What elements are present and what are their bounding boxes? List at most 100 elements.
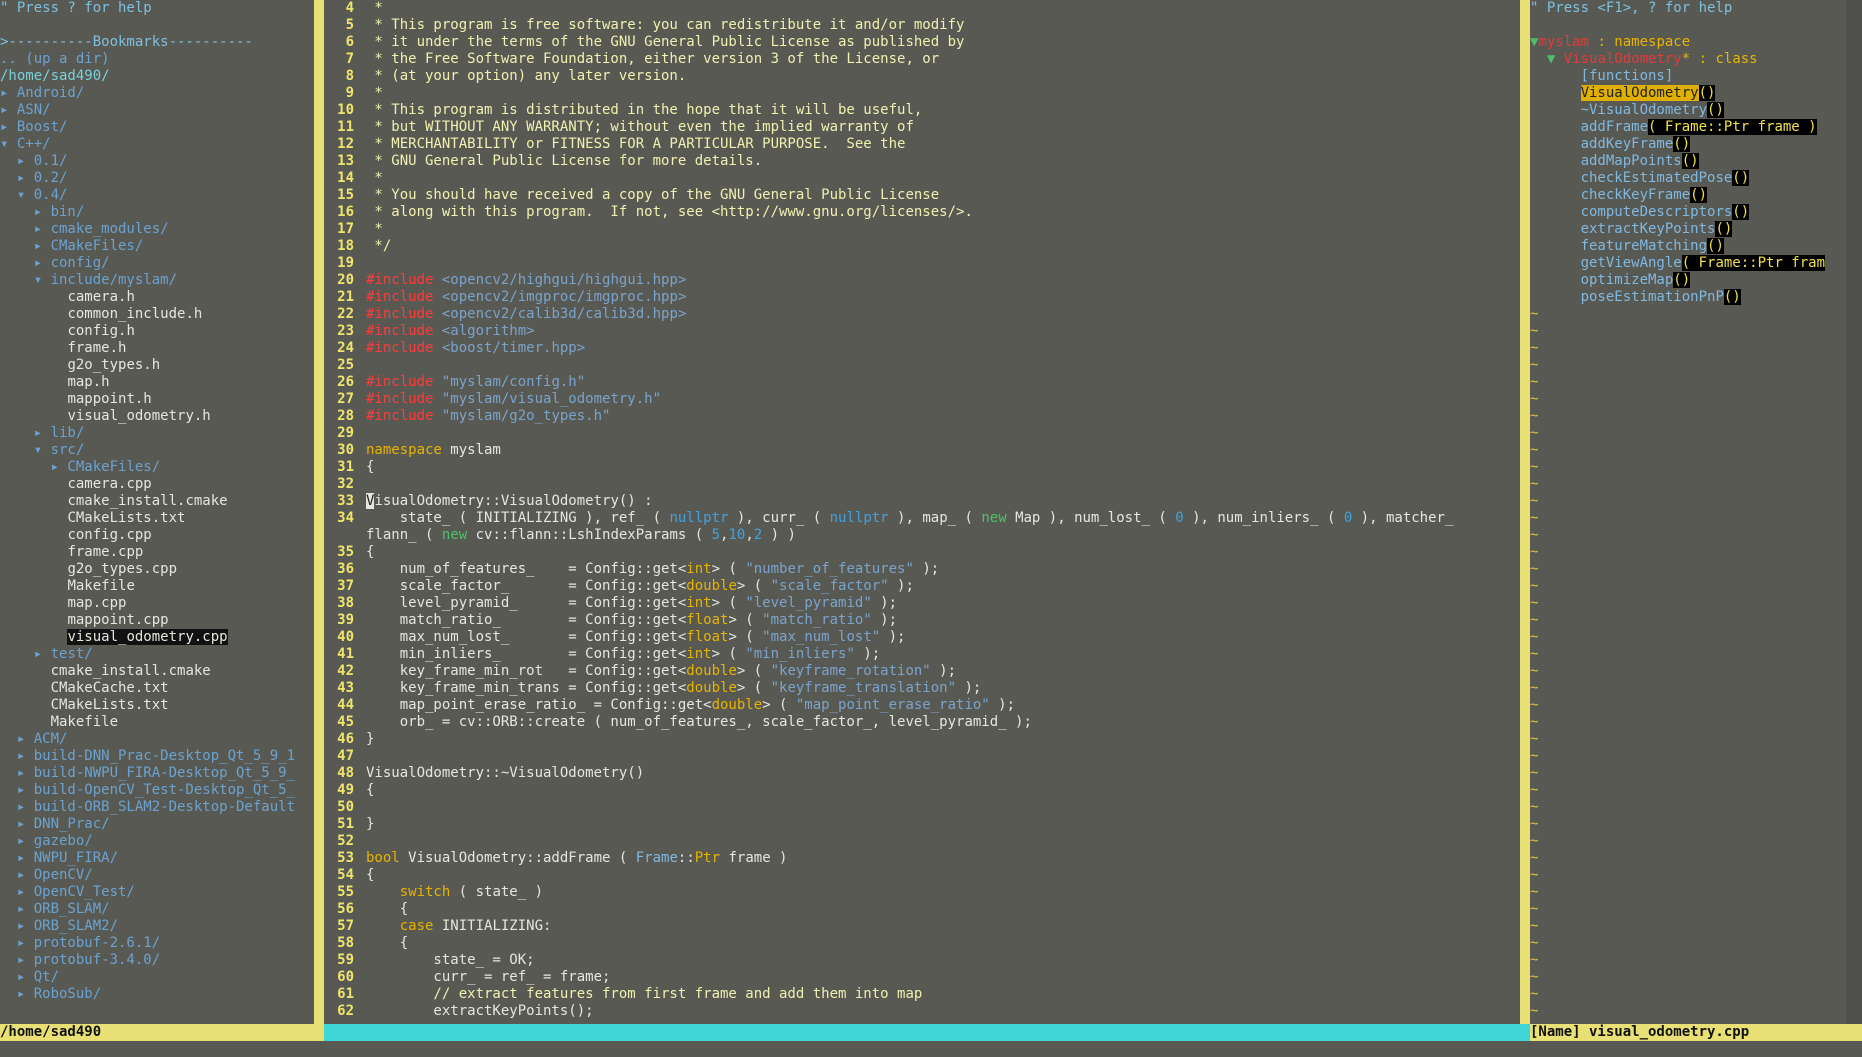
code-line[interactable]: 23 #include <algorithm> [324, 323, 1520, 340]
tag-function[interactable]: poseEstimationPnP() [1530, 289, 1846, 306]
tag-function[interactable]: ~VisualOdometry() [1530, 102, 1846, 119]
tree-file[interactable]: g2o_types.cpp [0, 561, 314, 578]
code-line[interactable]: 62 extractKeyPoints(); [324, 1003, 1520, 1020]
tree-dir[interactable]: ▸ gazebo/ [0, 833, 314, 850]
code-line[interactable]: 56 { [324, 901, 1520, 918]
code-line[interactable]: 11 * but WITHOUT ANY WARRANTY; without e… [324, 119, 1520, 136]
code-line[interactable]: 46} [324, 731, 1520, 748]
tree-dir[interactable]: ▸ RoboSub/ [0, 986, 314, 1003]
tree-dir[interactable]: ▸ CMakeFiles/ [0, 238, 314, 255]
tag-class[interactable]: ▼ VisualOdometry* : class [1530, 51, 1846, 68]
tree-dir[interactable]: ▾ 0.4/ [0, 187, 314, 204]
code-line[interactable]: 5 * This program is free software: you c… [324, 17, 1520, 34]
code-line[interactable]: 50 [324, 799, 1520, 816]
tree-dir[interactable]: ▸ ORB_SLAM2/ [0, 918, 314, 935]
code-line[interactable]: 39 match_ratio_ = Config::get<float> ( "… [324, 612, 1520, 629]
tree-file[interactable]: camera.cpp [0, 476, 314, 493]
tree-file[interactable]: cmake_install.cmake [0, 493, 314, 510]
tree-dir[interactable]: ▸ bin/ [0, 204, 314, 221]
code-line[interactable]: 41 min_inliers_ = Config::get<int> ( "mi… [324, 646, 1520, 663]
code-line[interactable]: 37 scale_factor_ = Config::get<double> (… [324, 578, 1520, 595]
tree-dir[interactable]: ▸ build-DNN_Prac-Desktop_Qt_5_9_1 [0, 748, 314, 765]
tree-file[interactable]: Makefile [0, 714, 314, 731]
code-line[interactable]: 25 [324, 357, 1520, 374]
up-dir[interactable]: .. (up a dir) [0, 51, 314, 68]
code-line[interactable]: 61 // extract features from first frame … [324, 986, 1520, 1003]
code-line[interactable]: 60 curr_ = ref_ = frame; [324, 969, 1520, 986]
tag-function[interactable]: addMapPoints() [1530, 153, 1846, 170]
tree-dir[interactable]: ▸ protobuf-2.6.1/ [0, 935, 314, 952]
code-line[interactable]: 57 case INITIALIZING: [324, 918, 1520, 935]
code-line[interactable]: 53 bool VisualOdometry::addFrame ( Frame:… [324, 850, 1520, 867]
tag-function[interactable]: checkKeyFrame() [1530, 187, 1846, 204]
code-line[interactable]: 14 * [324, 170, 1520, 187]
tree-dir[interactable]: ▾ include/myslam/ [0, 272, 314, 289]
tree-root-path[interactable]: /home/sad490/ [0, 68, 314, 85]
tree-dir[interactable]: ▸ NWPU_FIRA/ [0, 850, 314, 867]
tag-function[interactable]: addFrame( Frame::Ptr frame ) [1530, 119, 1846, 136]
code-line[interactable]: 22 #include <opencv2/calib3d/calib3d.hpp> [324, 306, 1520, 323]
tree-file[interactable]: config.h [0, 323, 314, 340]
tree-file[interactable]: map.h [0, 374, 314, 391]
code-line[interactable]: 20 #include <opencv2/highgui/highgui.hpp> [324, 272, 1520, 289]
code-line[interactable]: 55 switch ( state_ ) [324, 884, 1520, 901]
tree-file[interactable]: CMakeLists.txt [0, 510, 314, 527]
tree-dir[interactable]: ▸ test/ [0, 646, 314, 663]
code-line[interactable]: 40 max_num_lost_ = Config::get<float> ( … [324, 629, 1520, 646]
tag-function[interactable]: getViewAngle( Frame::Ptr fram [1530, 255, 1846, 272]
tree-file[interactable]: visual_odometry.cpp [0, 629, 314, 646]
tree-file[interactable]: frame.h [0, 340, 314, 357]
tree-dir[interactable]: ▸ ORB_SLAM/ [0, 901, 314, 918]
tag-function[interactable]: checkEstimatedPose() [1530, 170, 1846, 187]
code-line[interactable]: 8 * (at your option) any later version. [324, 68, 1520, 85]
tree-file[interactable]: Makefile [0, 578, 314, 595]
tree-file[interactable]: cmake_install.cmake [0, 663, 314, 680]
code-line[interactable]: 48 VisualOdometry::~VisualOdometry() [324, 765, 1520, 782]
tree-dir[interactable]: ▸ 0.2/ [0, 170, 314, 187]
code-line[interactable]: 7 * the Free Software Foundation, either… [324, 51, 1520, 68]
code-line[interactable]: 31{ [324, 459, 1520, 476]
tree-dir[interactable]: ▸ build-NWPU_FIRA-Desktop_Qt_5_9_ [0, 765, 314, 782]
code-line[interactable]: 28 #include "myslam/g2o_types.h" [324, 408, 1520, 425]
code-line[interactable]: 9 * [324, 85, 1520, 102]
code-line[interactable]: 29 [324, 425, 1520, 442]
code-line[interactable]: 38 level_pyramid_ = Config::get<int> ( "… [324, 595, 1520, 612]
code-line[interactable]: 52 [324, 833, 1520, 850]
tree-file[interactable]: config.cpp [0, 527, 314, 544]
editor-pane[interactable]: 4 * 5 * This program is free software: yo… [324, 0, 1520, 1024]
code-line[interactable]: 13 * GNU General Public License for more… [324, 153, 1520, 170]
tag-function[interactable]: optimizeMap() [1530, 272, 1846, 289]
split-separator-left[interactable] [314, 0, 324, 1024]
tree-dir[interactable]: ▸ OpenCV_Test/ [0, 884, 314, 901]
code-line[interactable]: 42 key_frame_min_rot = Config::get<doubl… [324, 663, 1520, 680]
tree-dir[interactable]: ▸ ASN/ [0, 102, 314, 119]
code-line[interactable]: 34 state_ ( INITIALIZING ), ref_ ( nullp… [324, 510, 1520, 527]
tag-namespace[interactable]: ▼myslam : namespace [1530, 34, 1846, 51]
tree-dir[interactable]: ▸ DNN_Prac/ [0, 816, 314, 833]
split-separator-right[interactable] [1520, 0, 1530, 1024]
code-line[interactable]: 18 */ [324, 238, 1520, 255]
tree-dir[interactable]: ▸ Boost/ [0, 119, 314, 136]
code-line[interactable]: 16 * along with this program. If not, se… [324, 204, 1520, 221]
code-line[interactable]: 51} [324, 816, 1520, 833]
code-line[interactable]: flann_ ( new cv::flann::LshIndexParams (… [324, 527, 1520, 544]
tree-file[interactable]: g2o_types.h [0, 357, 314, 374]
code-line[interactable]: 43 key_frame_min_trans = Config::get<dou… [324, 680, 1520, 697]
code-line[interactable]: 27 #include "myslam/visual_odometry.h" [324, 391, 1520, 408]
tree-file[interactable]: frame.cpp [0, 544, 314, 561]
tree-dir[interactable]: ▸ OpenCV/ [0, 867, 314, 884]
tree-file[interactable]: common_include.h [0, 306, 314, 323]
tag-function[interactable]: featureMatching() [1530, 238, 1846, 255]
tree-file[interactable]: map.cpp [0, 595, 314, 612]
tree-dir[interactable]: ▸ build-OpenCV_Test-Desktop_Qt_5_ [0, 782, 314, 799]
tree-dir[interactable]: ▸ cmake_modules/ [0, 221, 314, 238]
tree-dir[interactable]: ▸ ACM/ [0, 731, 314, 748]
code-line[interactable]: 15 * You should have received a copy of … [324, 187, 1520, 204]
code-line[interactable]: 59 state_ = OK; [324, 952, 1520, 969]
code-line[interactable]: 17 * [324, 221, 1520, 238]
code-line[interactable]: 33 VisualOdometry::VisualOdometry() : [324, 493, 1520, 510]
tree-dir[interactable]: ▸ CMakeFiles/ [0, 459, 314, 476]
tree-file[interactable]: mappoint.cpp [0, 612, 314, 629]
window-scrollbar[interactable] [1846, 0, 1862, 1024]
code-line[interactable]: 19 [324, 255, 1520, 272]
